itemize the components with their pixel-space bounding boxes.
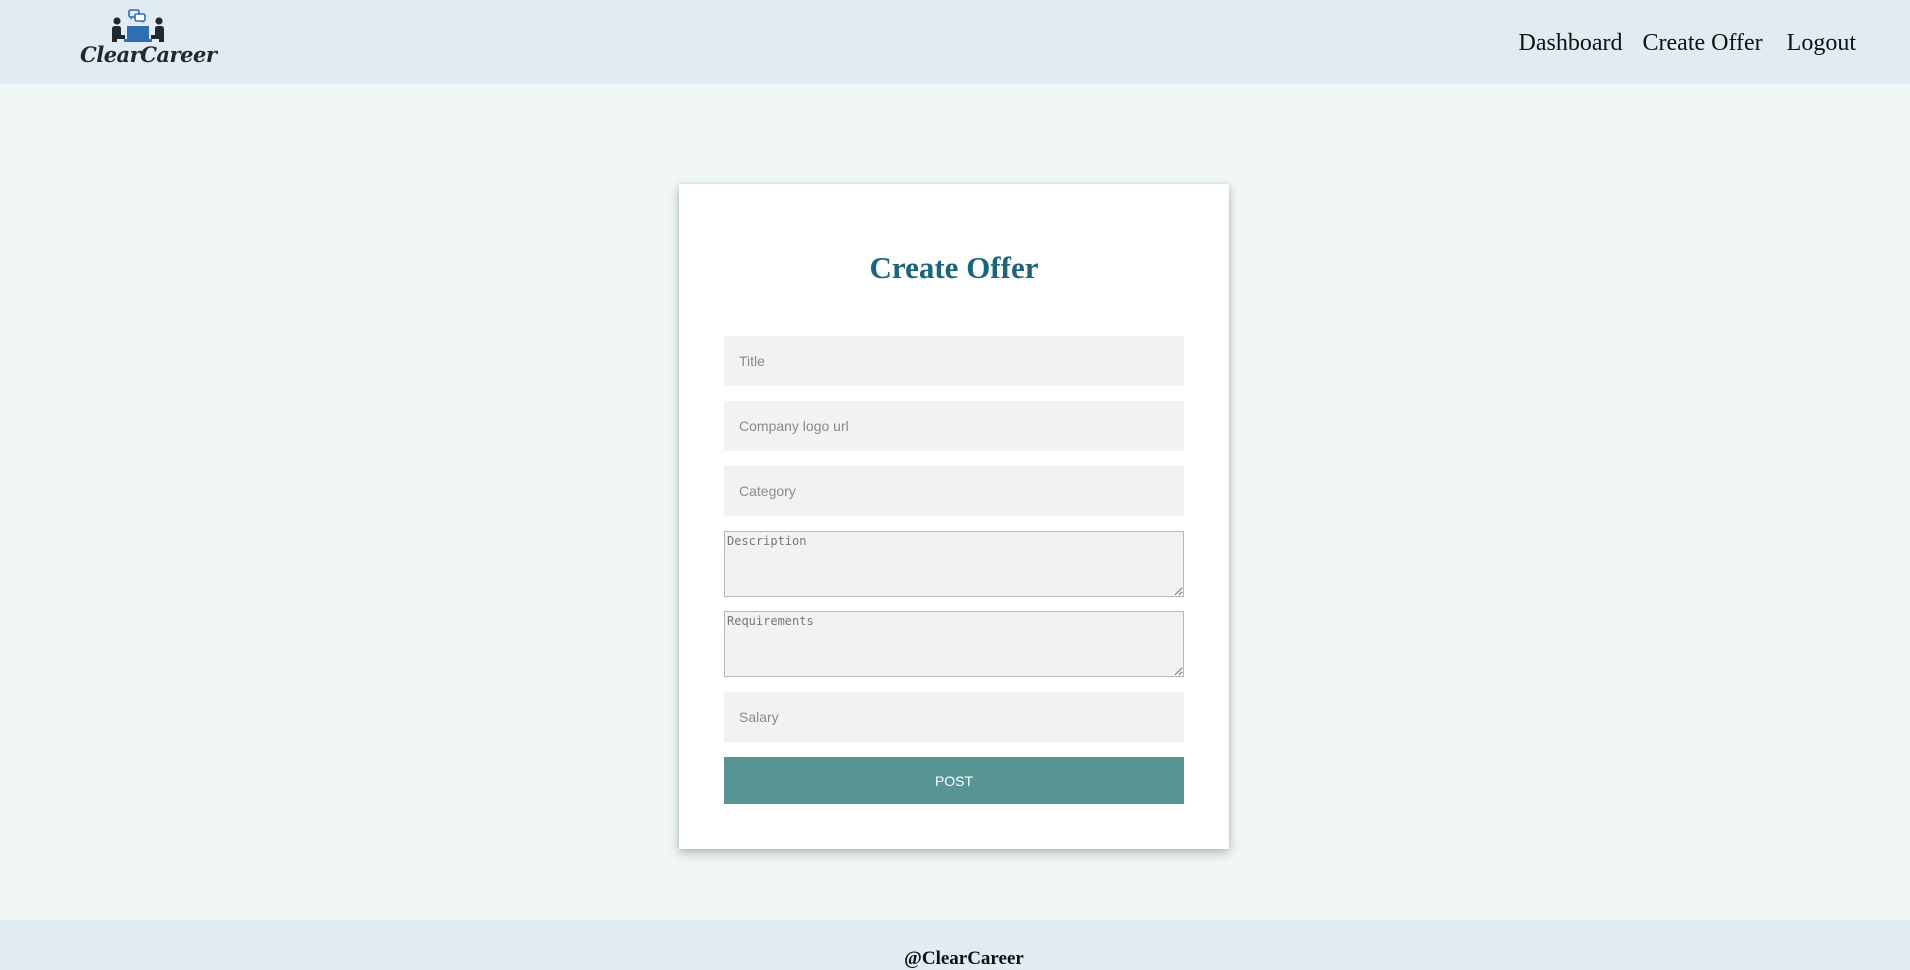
- form-title: Create Offer: [869, 250, 1039, 285]
- description-textarea[interactable]: [724, 531, 1184, 597]
- post-button[interactable]: POST: [724, 757, 1184, 804]
- salary-input[interactable]: [724, 692, 1184, 742]
- nav-link-logout[interactable]: Logout: [1787, 30, 1856, 57]
- page-footer: @ClearCareer: [0, 920, 1910, 970]
- company-logo-url-input[interactable]: [724, 401, 1184, 451]
- top-navbar: ClearCareer Dashboard Create Offer Logou…: [0, 0, 1910, 84]
- brand-logo[interactable]: ClearCareer: [80, 8, 217, 72]
- title-input[interactable]: [724, 336, 1184, 386]
- requirements-textarea[interactable]: [724, 611, 1184, 677]
- create-offer-form: Create Offer POST: [679, 184, 1229, 849]
- brand-name: ClearCareer: [80, 42, 217, 67]
- main-nav: Dashboard Create Offer Logout: [1519, 30, 1856, 57]
- people-meeting-icon: [112, 9, 164, 42]
- category-input[interactable]: [724, 466, 1184, 516]
- nav-link-dashboard[interactable]: Dashboard: [1519, 30, 1623, 57]
- footer-copyright: @ClearCareer: [904, 948, 1024, 969]
- nav-link-create-offer[interactable]: Create Offer: [1643, 30, 1763, 57]
